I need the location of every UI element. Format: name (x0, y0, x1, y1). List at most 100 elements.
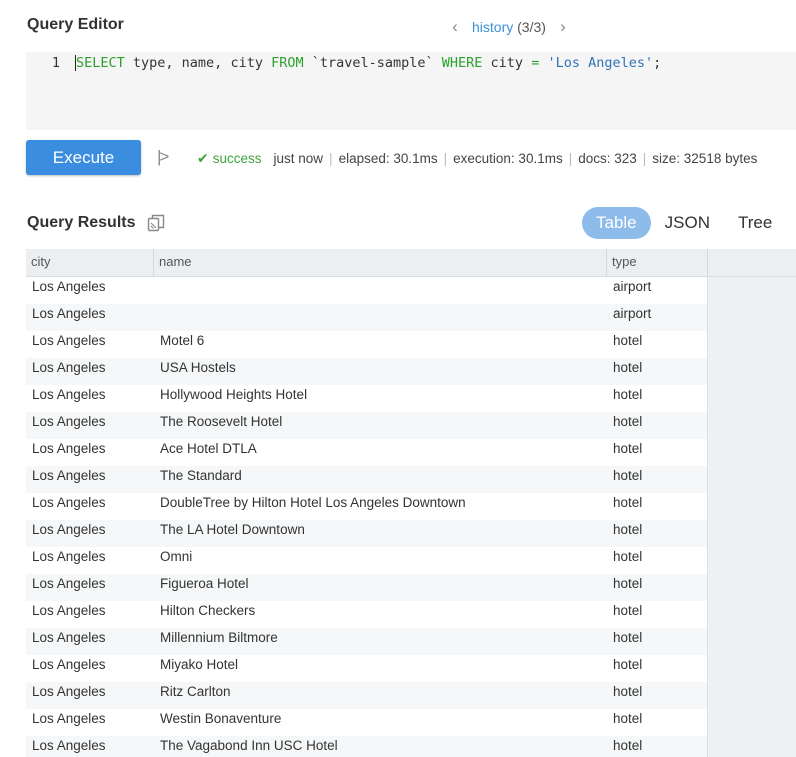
execute-button[interactable]: Execute (26, 140, 141, 175)
explain-icon[interactable]: |> (157, 147, 169, 167)
table-row[interactable]: Los Angeles Westin Bonaventure hotel (26, 709, 707, 736)
column-divider[interactable] (707, 249, 708, 276)
cell-city: Los Angeles (32, 603, 106, 618)
cell-type: hotel (613, 711, 643, 726)
query-editor-title: Query Editor (27, 16, 124, 33)
cell-name: The LA Hotel Downtown (160, 522, 305, 537)
table-body: Los Angeles airport Los Angeles airport Los … (26, 277, 707, 757)
cell-type: hotel (613, 333, 643, 348)
cell-type: hotel (613, 441, 643, 456)
table-row[interactable]: Los Angeles Hilton Checkers hotel (26, 601, 707, 628)
cell-name: Omni (160, 549, 193, 564)
table-row[interactable]: Los Angeles The Standard hotel (26, 466, 707, 493)
separator: | (443, 151, 448, 166)
table-row[interactable]: Los Angeles airport (26, 304, 707, 331)
query-results-title: Query Results (27, 214, 136, 231)
column-divider[interactable] (606, 249, 607, 276)
cell-city: Los Angeles (32, 468, 106, 483)
cell-name: Ritz Carlton (160, 684, 231, 699)
cell-name: The Roosevelt Hotel (160, 414, 283, 429)
table-header: city name type (26, 249, 796, 277)
table-row[interactable]: Los Angeles Motel 6 hotel (26, 331, 707, 358)
tab-table[interactable]: Table (582, 207, 651, 239)
table-row[interactable]: Los Angeles DoubleTree by Hilton Hotel Lo… (26, 493, 707, 520)
cell-city: Los Angeles (32, 684, 106, 699)
query-token: SELECT (75, 55, 125, 71)
query-token: FROM (271, 55, 304, 71)
query-text[interactable]: SELECT type, name, city FROM `travel-sam… (75, 55, 661, 71)
cell-city: Los Angeles (32, 360, 106, 375)
table-row[interactable]: Los Angeles Millennium Biltmore hotel (26, 628, 707, 655)
separator: | (329, 151, 333, 166)
table-row[interactable]: Los Angeles Omni hotel (26, 547, 707, 574)
cell-name: Ace Hotel DTLA (160, 441, 257, 456)
query-token: type, name, city (124, 55, 272, 71)
status-execution: execution: 30.1ms (453, 151, 563, 166)
cell-name: Miyako Hotel (160, 657, 239, 672)
chevron-right-icon[interactable]: › (554, 17, 572, 37)
cell-city: Los Angeles (32, 549, 106, 564)
results-table: city name type Los Angeles airport Los Ang… (26, 249, 796, 757)
status-docs: docs: 323 (578, 151, 637, 166)
cell-city: Los Angeles (32, 711, 106, 726)
history-nav: ‹ history (3/3) › (446, 17, 572, 37)
history-count: (3/3) (517, 19, 546, 35)
cell-name: The Standard (160, 468, 242, 483)
cell-name: Hollywood Heights Hotel (160, 387, 308, 402)
table-row[interactable]: Los Angeles The Vagabond Inn USC Hotel hot… (26, 736, 707, 757)
cell-type: hotel (613, 495, 643, 510)
query-token: city (482, 55, 532, 71)
cell-type: hotel (613, 576, 643, 591)
query-editor[interactable]: 1 SELECT type, name, city FROM `travel-s… (26, 52, 796, 130)
cell-type: hotel (613, 387, 643, 402)
table-row[interactable]: Los Angeles Figueroa Hotel hotel (26, 574, 707, 601)
cell-city: Los Angeles (32, 279, 106, 294)
line-number: 1 (51, 55, 60, 71)
cell-city: Los Angeles (32, 495, 106, 510)
cell-city: Los Angeles (32, 657, 106, 672)
cell-type: airport (613, 279, 652, 294)
column-header-name[interactable]: name (159, 254, 192, 269)
cell-type: hotel (613, 630, 643, 645)
query-token: `travel-sample` (303, 55, 442, 71)
result-view-tabs: Table JSON Tree (582, 207, 786, 239)
table-row[interactable]: Los Angeles USA Hostels hotel (26, 358, 707, 385)
history-link[interactable]: history (3/3) (472, 19, 546, 35)
separator: | (642, 151, 647, 166)
column-header-city[interactable]: city (31, 254, 51, 269)
table-row[interactable]: Los Angeles Ritz Carlton hotel (26, 682, 707, 709)
cell-city: Los Angeles (32, 441, 106, 456)
chevron-left-icon[interactable]: ‹ (446, 17, 464, 37)
table-edge (707, 277, 708, 757)
column-divider[interactable] (153, 249, 154, 276)
cell-type: hotel (613, 657, 643, 672)
cell-name: Motel 6 (160, 333, 205, 348)
cell-name: DoubleTree by Hilton Hotel Los Angeles D… (160, 495, 466, 510)
table-row[interactable]: Los Angeles The Roosevelt Hotel hotel (26, 412, 707, 439)
cell-city: Los Angeles (32, 414, 106, 429)
cell-type: hotel (613, 468, 643, 483)
cell-name: Millennium Biltmore (160, 630, 278, 645)
cell-city: Los Angeles (32, 576, 106, 591)
status-result: success (212, 151, 262, 166)
copy-icon[interactable] (147, 214, 165, 232)
table-row[interactable]: Los Angeles Miyako Hotel hotel (26, 655, 707, 682)
table-row[interactable]: Los Angeles Hollywood Heights Hotel hotel (26, 385, 707, 412)
cell-city: Los Angeles (32, 387, 106, 402)
status-elapsed: elapsed: 30.1ms (338, 151, 438, 166)
column-header-type[interactable]: type (612, 254, 637, 269)
tab-json[interactable]: JSON (651, 207, 724, 239)
table-row[interactable]: Los Angeles Ace Hotel DTLA hotel (26, 439, 707, 466)
query-status: ✔ success just now | elapsed: 30.1ms | e… (197, 150, 757, 167)
table-row[interactable]: Los Angeles airport (26, 277, 707, 304)
cell-name: USA Hostels (160, 360, 236, 375)
table-row[interactable]: Los Angeles The LA Hotel Downtown hotel (26, 520, 707, 547)
cell-type: hotel (613, 738, 643, 753)
separator: | (568, 151, 573, 166)
cell-name: Westin Bonaventure (160, 711, 282, 726)
history-link-label[interactable]: history (472, 19, 513, 35)
cell-type: hotel (613, 360, 643, 375)
cell-city: Los Angeles (32, 522, 106, 537)
cell-type: hotel (613, 414, 643, 429)
tab-tree[interactable]: Tree (724, 207, 786, 239)
